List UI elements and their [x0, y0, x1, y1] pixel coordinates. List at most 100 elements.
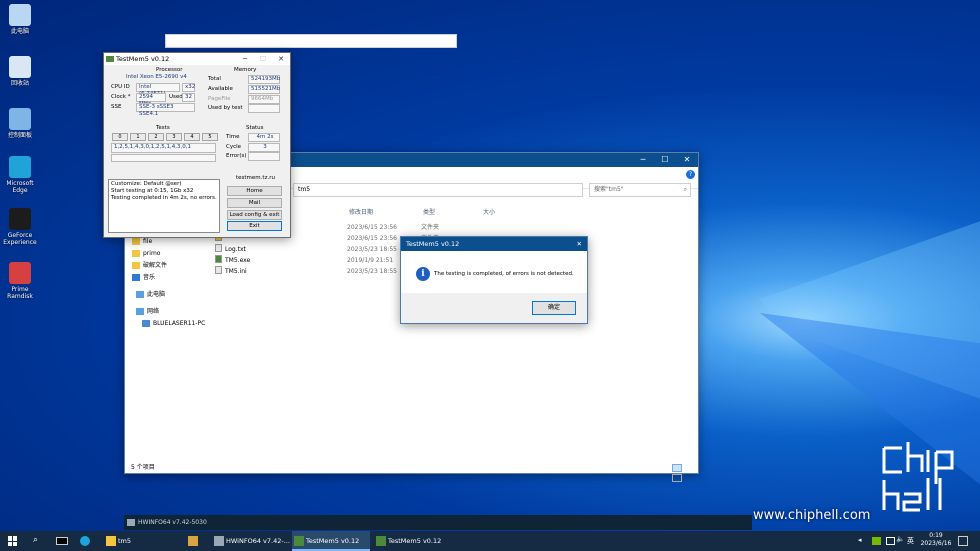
control-panel-icon — [9, 108, 31, 130]
minimize-icon[interactable]: ─ — [236, 53, 254, 65]
nvidia-tray-icon[interactable] — [872, 537, 881, 545]
desktop-icon[interactable]: Prime Ramdisk — [3, 262, 37, 300]
tiles-view-icon[interactable] — [672, 474, 682, 482]
close-icon[interactable]: ✕ — [577, 237, 582, 251]
minimize-icon[interactable]: ─ — [632, 153, 654, 167]
search-icon[interactable]: ⌕ — [33, 535, 38, 545]
tray-overflow-icon[interactable]: ◂ — [858, 536, 862, 544]
desktop-icon[interactable]: Microsoft Edge — [3, 156, 37, 194]
clock-time: 0:19 — [929, 532, 943, 539]
column-type[interactable]: 类型 — [423, 207, 435, 216]
test-progress — [111, 154, 216, 162]
dialog-message: The testing is completed, of errors is n… — [434, 271, 574, 277]
column-date[interactable]: 修改日期 — [349, 207, 373, 216]
volume-icon[interactable]: 🔈 — [896, 535, 905, 543]
log-line: Testing completed in 4m 2s, no errors. — [111, 195, 217, 201]
network-icon[interactable] — [886, 537, 895, 545]
nav-item[interactable]: 此电脑 — [136, 291, 165, 299]
taskbar-item[interactable]: TestMem5 v0.12 — [292, 531, 370, 551]
sse-value: SSE-3 sSSE3 SSE4.1 — [136, 103, 195, 117]
cpu-name: Intel Xeon E5-2690 v4 — [126, 74, 187, 80]
load-config-button[interactable]: Load config & exit — [227, 210, 282, 220]
taskbar-item-label: TestMem5 v0.12 — [306, 537, 360, 545]
usedby-value — [248, 104, 280, 113]
total-label: Total — [208, 76, 221, 82]
close-icon[interactable]: ✕ — [676, 153, 698, 167]
store-icon[interactable] — [188, 536, 198, 546]
taskbar: ⌕ tm5 HWiNFO64 v7.42-... TestMem5 v0.12 Tes… — [0, 531, 980, 551]
home-button[interactable]: Home — [227, 186, 282, 196]
desktop-icon[interactable]: GeForce Experience — [3, 208, 37, 246]
pagefile-label: PageFile — [208, 96, 231, 102]
ok-button[interactable]: 确定 — [532, 301, 576, 315]
details-view-icon[interactable] — [672, 464, 682, 472]
clock[interactable]: 0:19 2023/6/16 — [920, 532, 952, 548]
testmem5-window[interactable]: TestMem5 v0.12 ─ ☐ ✕ Processor Intel Xeo… — [103, 52, 291, 238]
column-size[interactable]: 大小 — [483, 207, 495, 216]
nav-item[interactable]: 音乐 — [132, 274, 155, 282]
text-file-icon — [215, 244, 222, 252]
nav-item[interactable]: 破解文件 — [132, 262, 167, 270]
processor-header: Processor — [156, 67, 183, 73]
hwinfo-icon — [127, 519, 135, 526]
folder-icon — [132, 250, 140, 257]
cpuid-threads: x32 — [182, 83, 195, 92]
hwinfo-window-strip[interactable]: HWINFO64 v7.42-5030 — [124, 515, 752, 530]
status-header: Status — [246, 125, 264, 131]
close-icon[interactable]: ✕ — [272, 53, 290, 65]
terminal-icon[interactable] — [56, 537, 68, 545]
pc-icon — [142, 320, 150, 327]
testmem-icon — [294, 536, 304, 546]
desktop-icon-label: 回收站 — [10, 80, 29, 87]
taskbar-item[interactable]: HWiNFO64 v7.42-... — [212, 531, 290, 551]
dialog-titlebar[interactable]: TestMem5 v0.12 ✕ — [401, 237, 587, 251]
taskbar-item[interactable]: TestMem5 v0.12 — [374, 531, 452, 551]
taskbar-item-label: TestMem5 v0.12 — [388, 537, 442, 545]
available-label: Available — [208, 86, 233, 92]
nav-item[interactable]: primo — [132, 250, 160, 258]
nvidia-icon — [9, 208, 31, 230]
test-number-cell: 5 — [202, 133, 218, 141]
desktop-icon[interactable]: 控制面板 — [3, 108, 37, 139]
nav-item[interactable]: BLUELASER11-PC — [142, 320, 206, 328]
start-windows-icon[interactable] — [8, 536, 18, 546]
file-date: 2023/6/15 23:56 — [347, 224, 397, 231]
usedby-label: Used by test — [208, 105, 243, 111]
exe-icon — [215, 255, 222, 263]
mail-button[interactable]: Mail — [227, 198, 282, 208]
test-number-cell: 4 — [184, 133, 200, 141]
maximize-icon[interactable]: ☐ — [654, 153, 676, 167]
address-bar[interactable] — [165, 34, 457, 48]
completion-dialog[interactable]: TestMem5 v0.12 ✕ i The testing is comple… — [400, 236, 588, 324]
notification-icon[interactable] — [958, 536, 968, 546]
edge-icon — [9, 156, 31, 178]
sse-label: SSE — [111, 104, 122, 110]
input-language[interactable]: 英 — [907, 536, 914, 546]
desktop-icon[interactable]: 此电脑 — [3, 4, 37, 35]
taskbar-item[interactable]: tm5 — [104, 531, 184, 551]
edge-icon[interactable] — [80, 536, 90, 546]
desktop-icon[interactable]: 回收站 — [3, 56, 37, 87]
nav-item[interactable]: file — [132, 238, 152, 246]
network-icon — [136, 308, 144, 315]
nav-item[interactable]: 网络 — [136, 308, 159, 316]
hwinfo-title: HWINFO64 v7.42-5030 — [138, 519, 207, 526]
desktop: 此电脑 回收站 控制面板 Microsoft Edge GeForce Experien… — [0, 0, 980, 551]
dialog-footer: 确定 — [401, 293, 587, 323]
cpuid-value: Intel (6.74F71) — [136, 83, 180, 97]
exit-button[interactable]: Exit — [227, 221, 282, 231]
test-number-cell: 1 — [130, 133, 146, 141]
testmem5-titlebar[interactable]: TestMem5 v0.12 ─ ☐ ✕ — [104, 53, 290, 65]
nav-item-label: BLUELASER11-PC — [153, 320, 206, 327]
hwinfo-icon — [214, 536, 224, 546]
view-toggle[interactable] — [672, 464, 694, 482]
ramdisk-icon — [9, 262, 31, 284]
desktop-icon-label: 此电脑 — [10, 28, 29, 35]
folder-icon — [132, 238, 140, 245]
time-value: 4m 2s — [248, 133, 280, 142]
chiphell-logo — [880, 438, 966, 514]
computer-icon — [9, 4, 31, 26]
desktop-icon-label: GeForce Experience — [3, 232, 37, 246]
log-textbox[interactable]: Customize: Default @ser) Start testing a… — [108, 179, 220, 233]
info-icon: i — [416, 267, 430, 281]
